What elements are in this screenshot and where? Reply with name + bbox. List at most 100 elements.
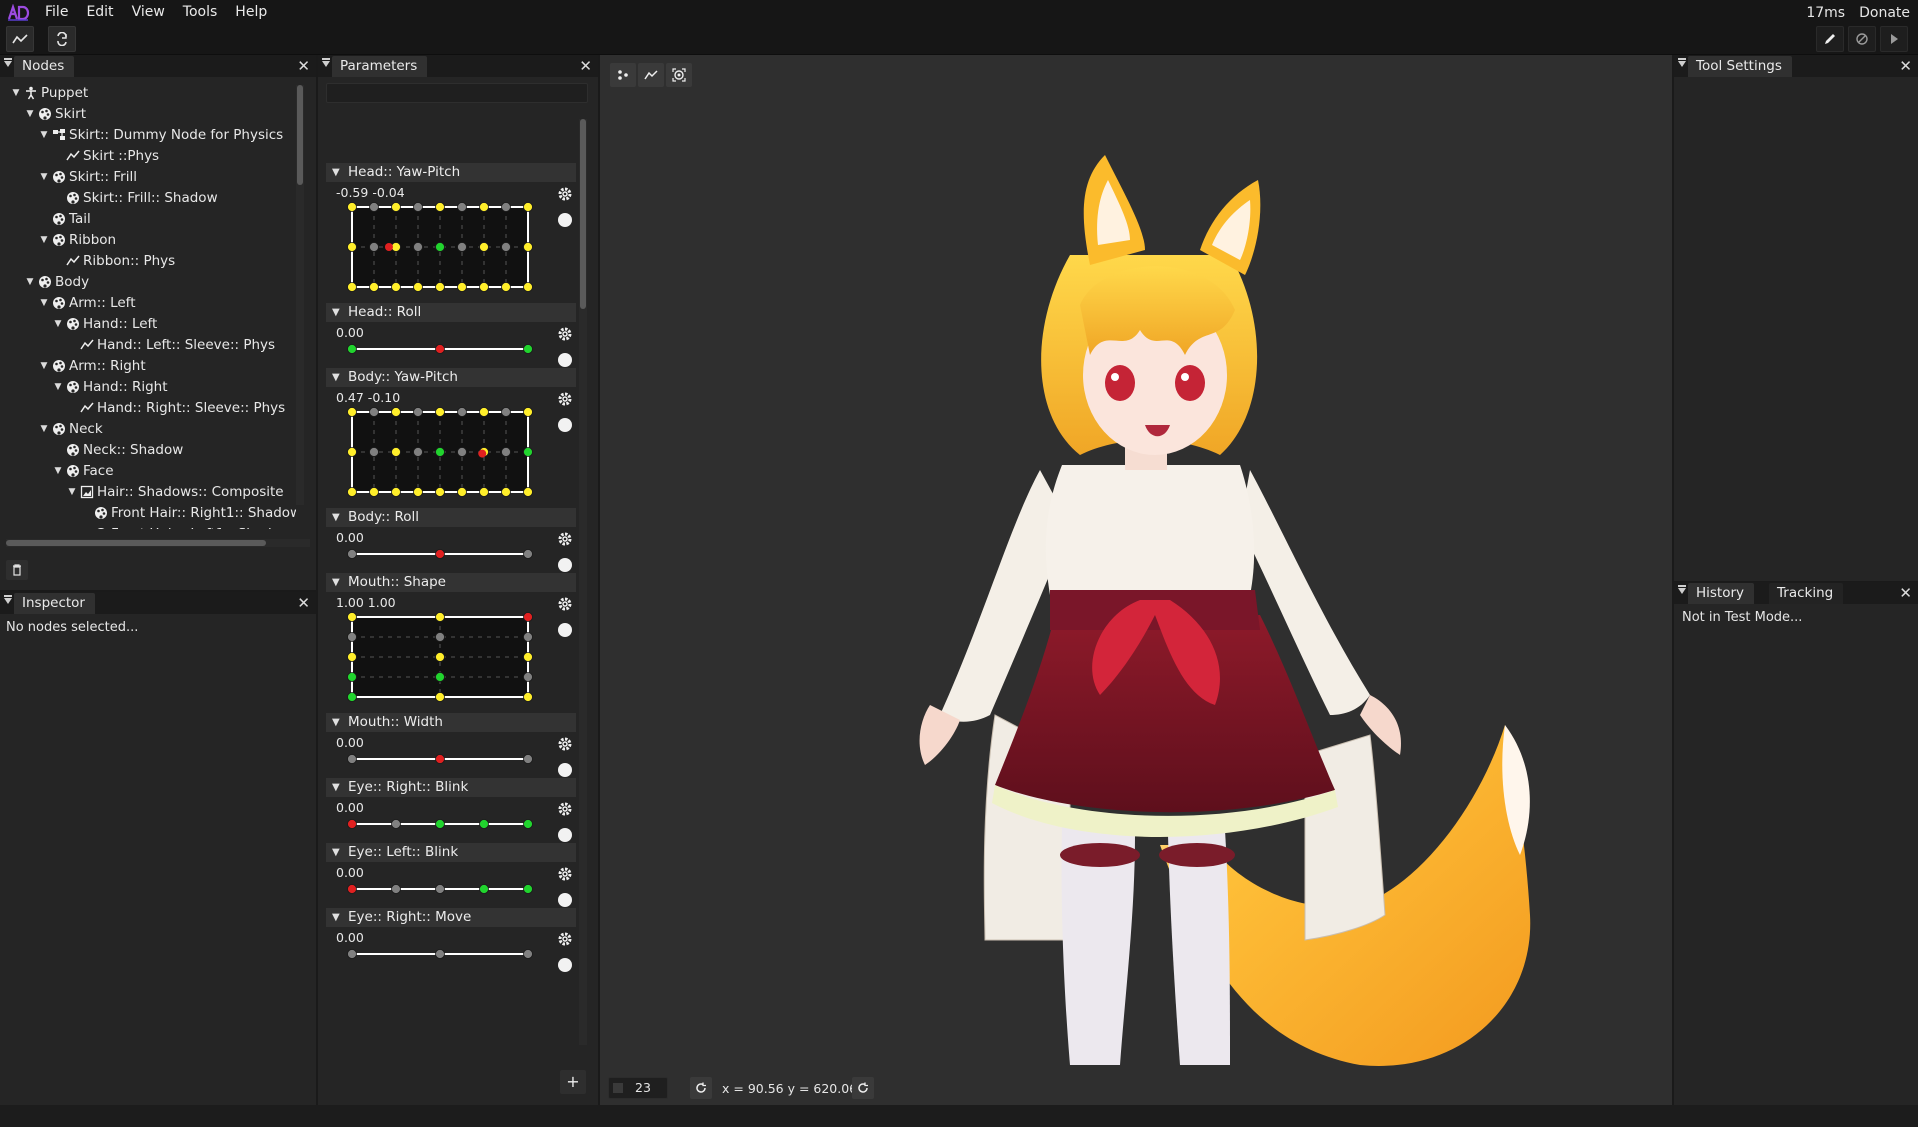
- gear-icon[interactable]: [556, 595, 574, 613]
- parameter-2d-grid[interactable]: [346, 611, 534, 703]
- delete-node-button[interactable]: [6, 560, 28, 580]
- collapse-arrow-icon[interactable]: ▼: [332, 303, 340, 322]
- menu-edit[interactable]: Edit: [77, 0, 122, 25]
- add-parameter-button[interactable]: +: [560, 1070, 586, 1094]
- tree-node[interactable]: Hand:: Right:: Sleeve:: Phys: [66, 398, 285, 418]
- menu-file[interactable]: File: [36, 0, 77, 25]
- reset-position-button[interactable]: [852, 1077, 874, 1099]
- panel-menu-icon[interactable]: [4, 595, 12, 604]
- add-keyframe-button[interactable]: [558, 623, 572, 637]
- puppet-character-illustration[interactable]: [600, 55, 1672, 1105]
- parameter-slider[interactable]: [346, 752, 534, 766]
- close-icon[interactable]: ✕: [1899, 56, 1912, 76]
- expand-arrow-icon[interactable]: ▼: [38, 230, 50, 250]
- expand-arrow-icon[interactable]: ▼: [24, 104, 36, 124]
- history-tab[interactable]: History: [1688, 583, 1755, 604]
- parameter-slider[interactable]: [346, 947, 534, 961]
- expand-arrow-icon[interactable]: ▼: [52, 377, 64, 397]
- tree-node[interactable]: ▼ Skirt:: Frill: [38, 167, 137, 187]
- tree-node[interactable]: Neck:: Shadow: [52, 440, 183, 460]
- gear-icon[interactable]: [556, 865, 574, 883]
- panel-menu-icon[interactable]: [4, 58, 12, 67]
- expand-arrow-icon[interactable]: ▼: [10, 83, 22, 103]
- parameter-2d-grid[interactable]: [346, 406, 534, 498]
- donate-link[interactable]: Donate: [1859, 5, 1910, 21]
- collapse-arrow-icon[interactable]: ▼: [332, 368, 340, 387]
- parameter-slider[interactable]: [346, 547, 534, 561]
- add-keyframe-button[interactable]: [558, 763, 572, 777]
- tree-node[interactable]: ▼ Hair:: Shadows:: Composite: [66, 482, 284, 502]
- parameter-group-header[interactable]: ▼ Mouth:: Shape: [326, 573, 576, 592]
- menu-view[interactable]: View: [123, 0, 174, 25]
- menu-tools[interactable]: Tools: [174, 0, 227, 25]
- gear-icon[interactable]: [556, 185, 574, 203]
- tree-node[interactable]: Skirt:: Frill:: Shadow: [52, 188, 218, 208]
- tree-node[interactable]: Front Hair:: Left1:: Shadow: [80, 524, 291, 529]
- tree-node[interactable]: ▼ Neck: [38, 419, 103, 439]
- panel-menu-icon[interactable]: [1678, 585, 1686, 594]
- expand-arrow-icon[interactable]: ▼: [38, 167, 50, 187]
- close-icon[interactable]: ✕: [579, 56, 592, 76]
- gear-icon[interactable]: [556, 930, 574, 948]
- tree-node[interactable]: Skirt ::Phys: [52, 146, 159, 166]
- add-keyframe-button[interactable]: [558, 958, 572, 972]
- tree-node[interactable]: ▼ Arm:: Right: [38, 356, 146, 376]
- tracking-tab[interactable]: Tracking: [1769, 583, 1844, 604]
- expand-arrow-icon[interactable]: ▼: [38, 356, 50, 376]
- gear-icon[interactable]: [556, 390, 574, 408]
- add-keyframe-button[interactable]: [558, 828, 572, 842]
- collapse-arrow-icon[interactable]: ▼: [332, 573, 340, 592]
- tree-vertical-scrollbar[interactable]: [296, 85, 304, 505]
- expand-arrow-icon[interactable]: ▼: [52, 314, 64, 334]
- gear-icon[interactable]: [556, 800, 574, 818]
- inspector-tab[interactable]: Inspector: [14, 593, 95, 614]
- expand-arrow-icon[interactable]: ▼: [38, 125, 50, 145]
- zoom-field[interactable]: 23: [608, 1077, 668, 1099]
- animation-mode-button[interactable]: [1848, 26, 1876, 52]
- parameter-group-header[interactable]: ▼ Eye:: Left:: Blink: [326, 843, 576, 862]
- tree-node[interactable]: Hand:: Left:: Sleeve:: Phys: [66, 335, 275, 355]
- reset-physics-button[interactable]: [48, 26, 76, 52]
- parameter-slider[interactable]: [346, 342, 534, 356]
- add-keyframe-button[interactable]: [558, 418, 572, 432]
- parameter-slider[interactable]: [346, 882, 534, 896]
- close-icon[interactable]: ✕: [297, 56, 310, 76]
- tree-node[interactable]: ▼ Hand:: Left: [52, 314, 158, 334]
- expand-arrow-icon[interactable]: ▼: [52, 461, 64, 481]
- parameters-scrollbar[interactable]: [579, 119, 587, 1045]
- close-icon[interactable]: ✕: [1899, 583, 1912, 603]
- tree-node[interactable]: ▼ Puppet: [10, 83, 89, 103]
- physics-toggle-button[interactable]: [6, 26, 34, 52]
- menu-help[interactable]: Help: [226, 0, 276, 25]
- parameters-tab[interactable]: Parameters: [332, 56, 428, 77]
- gear-icon[interactable]: [556, 325, 574, 343]
- parameter-search-input[interactable]: [326, 83, 588, 103]
- add-keyframe-button[interactable]: [558, 213, 572, 227]
- test-mode-button[interactable]: [1880, 26, 1908, 52]
- add-keyframe-button[interactable]: [558, 558, 572, 572]
- collapse-arrow-icon[interactable]: ▼: [332, 713, 340, 732]
- tree-node[interactable]: ▼ Skirt: [24, 104, 86, 124]
- tree-horizontal-scrollbar[interactable]: [6, 539, 310, 547]
- tree-node[interactable]: ▼ Face: [52, 461, 114, 481]
- collapse-arrow-icon[interactable]: ▼: [332, 778, 340, 797]
- panel-menu-icon[interactable]: [322, 58, 330, 67]
- parameter-group-header[interactable]: ▼ Mouth:: Width: [326, 713, 576, 732]
- gear-icon[interactable]: [556, 530, 574, 548]
- tool-settings-tab[interactable]: Tool Settings: [1688, 56, 1792, 77]
- expand-arrow-icon[interactable]: ▼: [38, 419, 50, 439]
- collapse-arrow-icon[interactable]: ▼: [332, 163, 340, 182]
- parameter-slider[interactable]: [346, 817, 534, 831]
- collapse-arrow-icon[interactable]: ▼: [332, 508, 340, 527]
- edit-mode-button[interactable]: [1816, 26, 1844, 52]
- tree-node[interactable]: ▼ Arm:: Left: [38, 293, 136, 313]
- expand-arrow-icon[interactable]: ▼: [66, 482, 78, 502]
- tree-node[interactable]: ▼ Skirt:: Dummy Node for Physics: [38, 125, 284, 145]
- parameter-group-header[interactable]: ▼ Eye:: Right:: Move: [326, 908, 576, 927]
- reset-zoom-button[interactable]: [690, 1077, 712, 1099]
- parameter-group-header[interactable]: ▼ Body:: Roll: [326, 508, 576, 527]
- add-keyframe-button[interactable]: [558, 893, 572, 907]
- parameter-group-header[interactable]: ▼ Eye:: Right:: Blink: [326, 778, 576, 797]
- nodes-tab[interactable]: Nodes: [14, 56, 75, 77]
- collapse-arrow-icon[interactable]: ▼: [332, 908, 340, 927]
